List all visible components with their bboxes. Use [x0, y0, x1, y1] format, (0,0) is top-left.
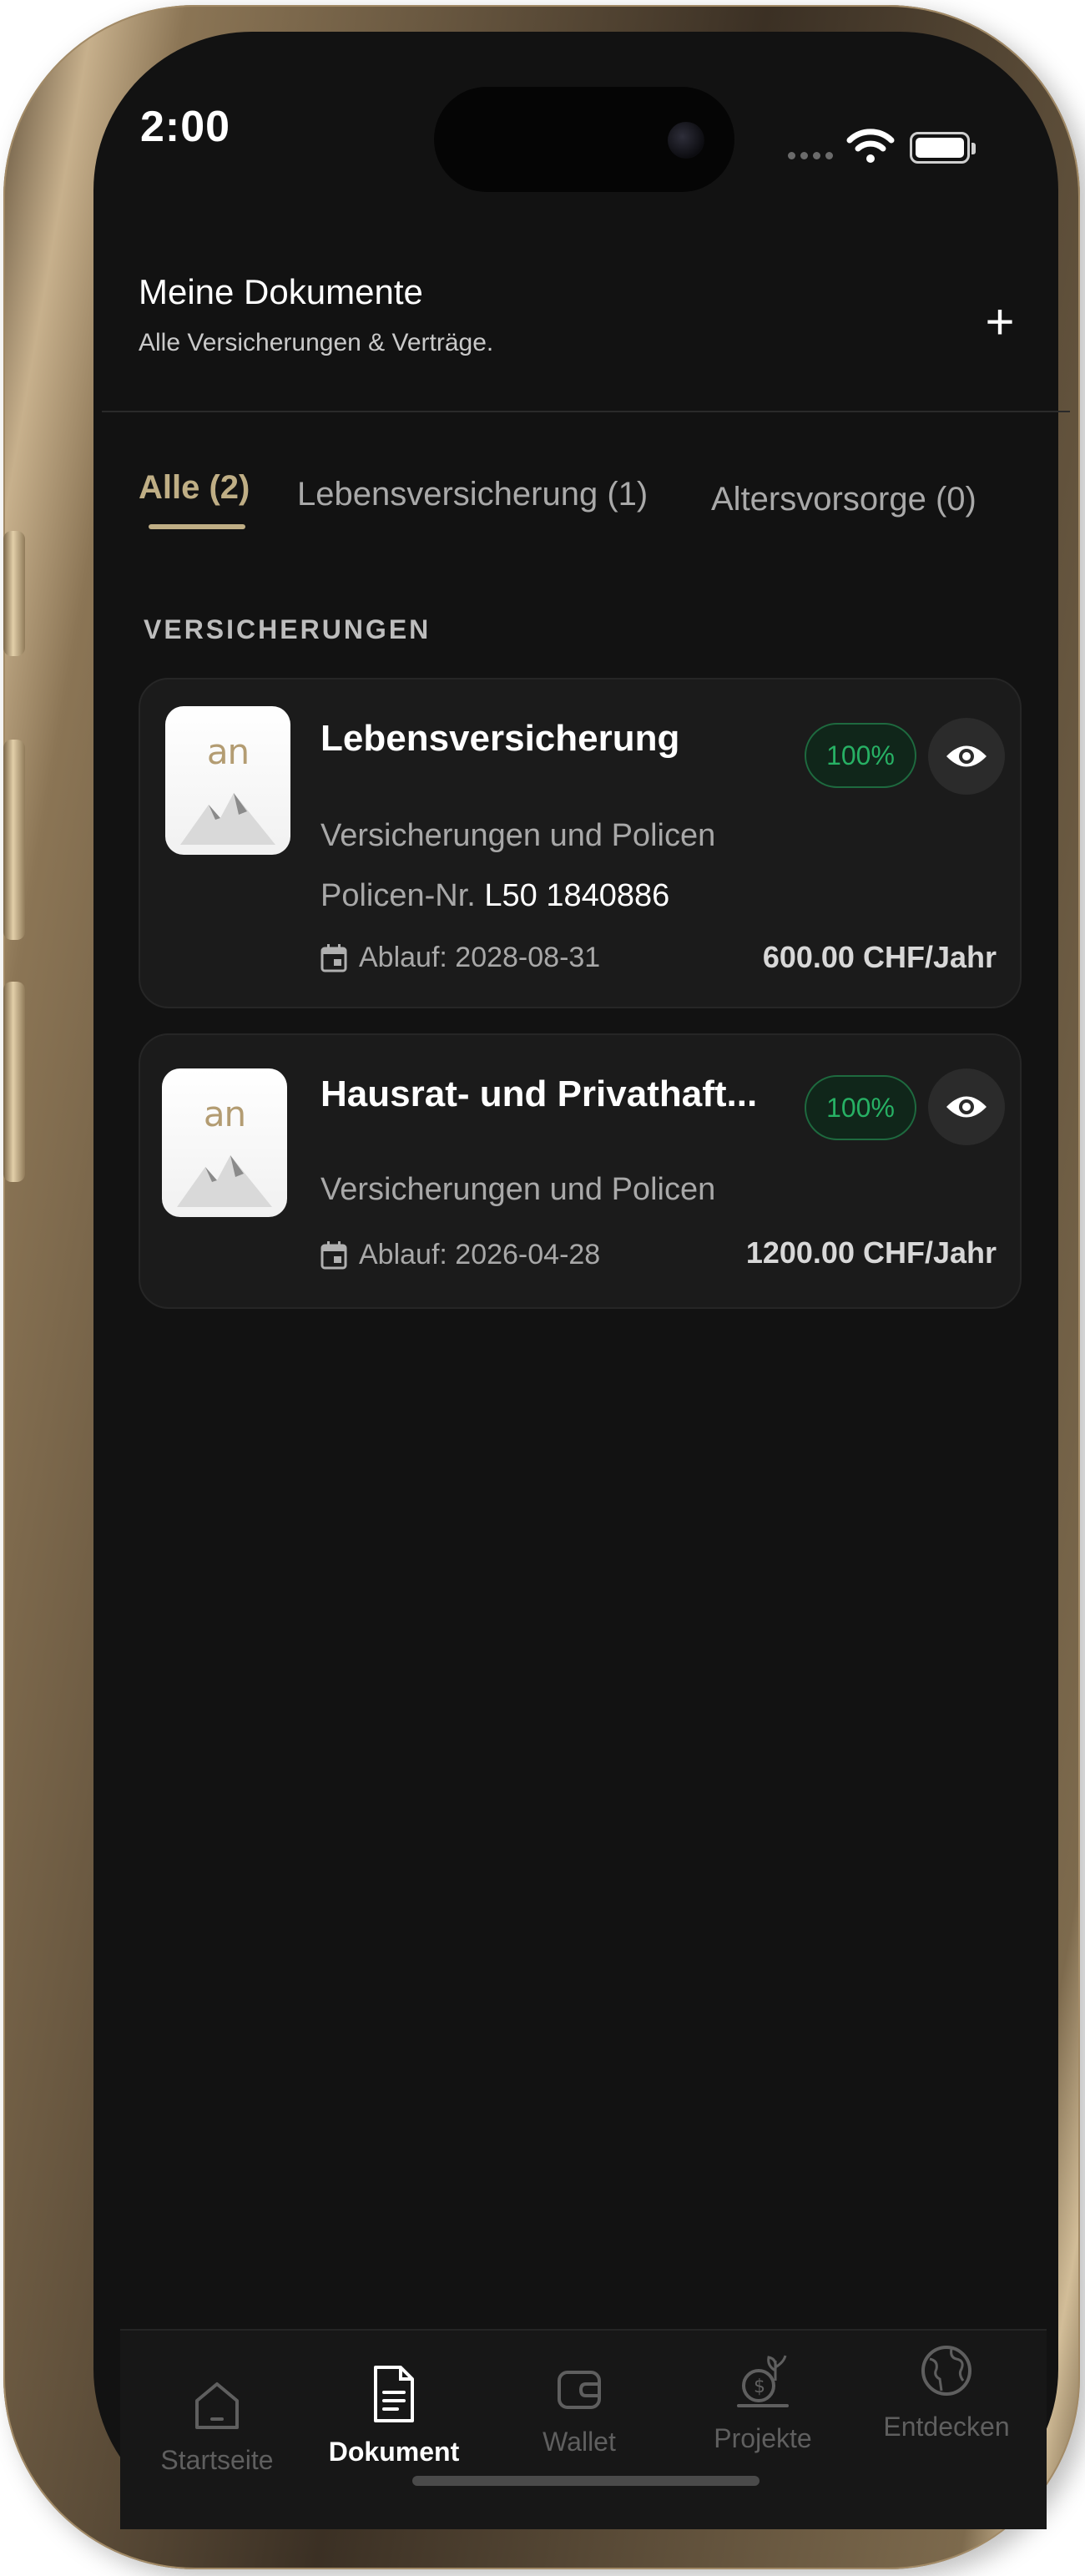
projects-icon: $	[737, 2355, 789, 2407]
eye-icon	[946, 745, 987, 767]
volume-up-button	[3, 740, 25, 940]
globe-icon	[921, 2346, 971, 2396]
action-button	[3, 531, 25, 656]
nav-item-wallet[interactable]: Wallet	[504, 2364, 654, 2457]
mountain-icon	[177, 1155, 272, 1207]
nav-item-entdecken[interactable]: Entdecken	[871, 2342, 1022, 2442]
logo-text: an	[206, 731, 250, 772]
camera-icon	[668, 122, 704, 159]
document-title: Lebensversicherung	[320, 718, 680, 759]
logo-text: an	[203, 1094, 246, 1134]
policy-label: Policen-Nr.	[320, 878, 476, 913]
home-indicator	[412, 2476, 760, 2486]
signal-icon	[788, 152, 833, 159]
wifi-icon	[846, 129, 895, 163]
due-date: Ablauf: 2026-04-28	[359, 1239, 601, 1270]
calendar-icon	[320, 1240, 347, 1269]
due-date-row: Ablauf: 2026-04-28	[320, 1239, 600, 1271]
document-card[interactable]: an Hausrat- und Privathaft... 100% Versi…	[139, 1033, 1022, 1309]
view-button[interactable]	[928, 718, 1005, 795]
policy-number: L50 1840886	[484, 878, 670, 913]
document-icon	[374, 2366, 414, 2422]
due-date: Ablauf: 2028-08-31	[359, 942, 601, 973]
mountain-icon	[180, 793, 275, 845]
document-card[interactable]: an Lebensversicherung 100% Versicherunge…	[139, 678, 1022, 1008]
document-title: Hausrat- und Privathaft...	[320, 1073, 758, 1114]
eye-icon	[946, 1096, 987, 1118]
nav-label: Projekte	[714, 2423, 812, 2453]
completion-badge: 100%	[805, 1075, 916, 1140]
page-title: Meine Dokumente	[139, 272, 423, 311]
nav-item-projekte[interactable]: $ Projekte	[688, 2352, 838, 2454]
page-subtitle: Alle Versicherungen & Verträge.	[139, 329, 494, 356]
document-category: Versicherungen und Policen	[320, 818, 716, 853]
bottom-navigation: Startseite Dokument Wallet $ Projekte En…	[120, 2329, 1047, 2529]
tab-alle[interactable]: Alle (2)	[139, 469, 250, 507]
add-document-button[interactable]: +	[978, 297, 1022, 347]
document-price: 1200.00 CHF/Jahr	[745, 1235, 997, 1270]
wallet-icon	[558, 2371, 601, 2409]
nav-label: Entdecken	[883, 2412, 1010, 2442]
plus-icon: +	[985, 294, 1015, 350]
calendar-icon	[320, 943, 347, 972]
company-logo: an	[165, 706, 290, 855]
document-category: Versicherungen und Policen	[320, 1172, 716, 1207]
nav-label: Startseite	[160, 2445, 274, 2475]
section-title: VERSICHERUNGEN	[144, 614, 431, 644]
due-date-row: Ablauf: 2028-08-31	[320, 942, 600, 974]
battery-icon	[910, 132, 976, 164]
completion-badge: 100%	[805, 723, 916, 788]
nav-item-dokument[interactable]: Dokument	[319, 2364, 469, 2467]
document-price: 600.00 CHF/Jahr	[762, 940, 997, 974]
tab-lebensversicherung[interactable]: Lebensversicherung (1)	[297, 476, 648, 513]
svg-text:$: $	[754, 2376, 765, 2397]
home-icon	[195, 2382, 239, 2429]
company-logo: an	[162, 1068, 287, 1217]
header-divider	[102, 411, 1070, 412]
view-button[interactable]	[928, 1068, 1005, 1145]
tab-altersvorsorge[interactable]: Altersvorsorge (0)	[711, 481, 976, 518]
policy-number-row: Policen-Nr. L50 1840886	[320, 878, 669, 914]
status-time: 2:00	[140, 103, 231, 151]
nav-label: Dokument	[328, 2437, 460, 2467]
nav-item-startseite[interactable]: Startseite	[142, 2379, 292, 2476]
nav-label: Wallet	[542, 2427, 616, 2457]
active-tab-indicator	[149, 524, 245, 529]
volume-down-button	[3, 982, 25, 1182]
